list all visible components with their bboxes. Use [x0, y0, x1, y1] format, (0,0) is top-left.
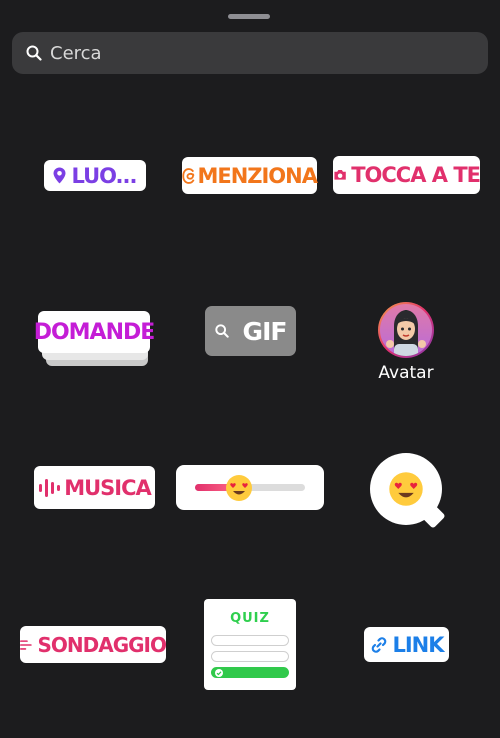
avatar-label: Avatar: [378, 363, 434, 383]
quiz-label: QUIZ: [230, 611, 270, 626]
link-label: LINK: [392, 632, 444, 657]
quiz-option: [211, 635, 289, 646]
camera-icon: [334, 170, 346, 180]
gif-sticker[interactable]: GIF: [205, 306, 296, 356]
location-pin-icon: [53, 167, 66, 184]
link-sticker[interactable]: LINK: [364, 627, 449, 662]
questions-label: DOMANDE: [33, 319, 156, 345]
poll-label: SONDAGGIO: [37, 632, 167, 657]
sound-wave-icon: [39, 478, 61, 497]
search-input[interactable]: [50, 32, 470, 74]
music-label: MUSICA: [64, 475, 152, 500]
quiz-sticker[interactable]: QUIZ: [204, 599, 296, 690]
poll-lines-icon: [20, 639, 32, 650]
avatar-sticker[interactable]: Avatar: [370, 302, 442, 386]
search-icon: [26, 45, 42, 61]
avatar-image: [378, 302, 434, 358]
heart-eyes-emoji-icon[interactable]: [225, 474, 253, 502]
questions-sticker[interactable]: DOMANDE: [34, 311, 155, 353]
heart-eyes-emoji-icon: [389, 472, 423, 506]
search-bar[interactable]: [12, 32, 488, 74]
add-yours-sticker[interactable]: TOCCA A TE: [333, 156, 481, 194]
gif-label: GIF: [242, 316, 288, 346]
check-circle-icon: [215, 668, 223, 677]
link-icon: [372, 636, 387, 653]
quiz-option-correct: [211, 667, 289, 678]
location-sticker[interactable]: LUO...: [44, 160, 146, 191]
emoji-reaction-sticker[interactable]: [368, 453, 446, 529]
poll-sticker[interactable]: SONDAGGIO: [20, 626, 167, 663]
quiz-option: [211, 651, 289, 662]
emoji-slider-sticker[interactable]: [176, 465, 324, 510]
location-label: LUO...: [71, 163, 137, 188]
drag-handle[interactable]: [228, 14, 270, 19]
add-yours-label: TOCCA A TE: [351, 163, 481, 187]
mention-label: MENZIONA: [197, 163, 318, 188]
search-icon: [214, 324, 229, 338]
threads-at-icon: [182, 167, 195, 184]
music-sticker[interactable]: MUSICA: [34, 466, 155, 509]
mention-sticker[interactable]: MENZIONA: [182, 157, 318, 194]
